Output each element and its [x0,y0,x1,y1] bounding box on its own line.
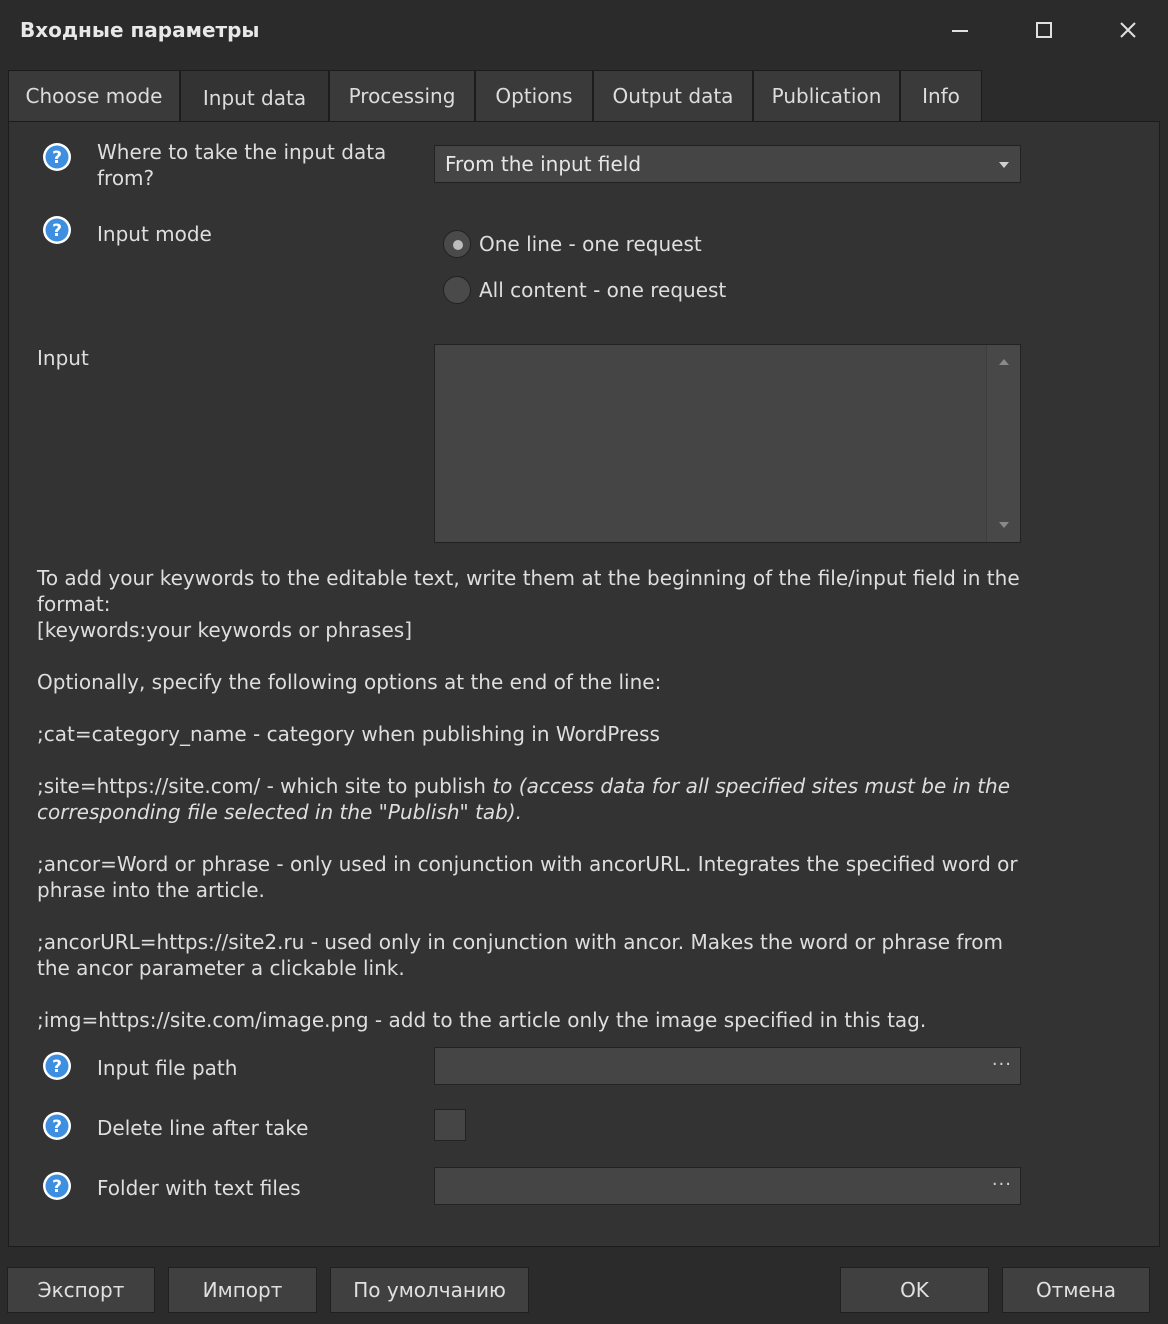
instructions-p1: To add your keywords to the editable tex… [37,566,1020,616]
svg-text:?: ? [52,221,62,241]
question-circle-icon[interactable]: ? [42,215,72,245]
svg-text:?: ? [52,1057,62,1077]
source-dropdown[interactable]: From the input field [434,145,1021,183]
browse-file-button[interactable]: ··· [992,1054,1012,1075]
input-mode-label: Input mode [97,222,212,246]
instructions-p1-format: [keywords:your keywords or phrases] [37,618,413,642]
question-circle-icon[interactable]: ? [42,1051,72,1081]
close-icon [1120,22,1136,38]
minimize-button[interactable] [938,12,982,48]
radio-one-line[interactable] [443,230,471,258]
instructions-p2: Optionally, specify the following option… [37,670,662,694]
close-button[interactable] [1106,12,1150,48]
import-button[interactable]: Импорт [168,1267,317,1313]
source-label: Where to take the input data from? [97,140,387,190]
question-circle-icon[interactable]: ? [42,1171,72,1201]
radio-all-content[interactable] [443,276,471,304]
radio-one-line-label[interactable]: One line - one request [479,231,702,257]
minimize-icon [952,30,968,32]
folder-label: Folder with text files [97,1176,301,1200]
scroll-down-icon[interactable] [998,521,1010,529]
maximize-icon [1036,22,1052,38]
input-label: Input [37,346,89,370]
radio-checked-dot [453,240,463,250]
instructions-p7: ;img=https://site.com/image.png - add to… [37,1008,927,1032]
tab-input-data[interactable]: Input data [180,70,329,124]
textarea-scrollbar[interactable] [986,345,1020,542]
tab-publication[interactable]: Publication [753,70,900,122]
ok-button[interactable]: OK [840,1267,989,1313]
folder-field[interactable]: ··· [434,1167,1021,1205]
tab-output-data[interactable]: Output data [593,70,753,122]
chevron-down-icon [999,162,1009,168]
input-file-field[interactable]: ··· [434,1047,1021,1085]
instructions-p6: ;ancorURL=https://site2.ru - used only i… [37,930,1003,980]
window-title: Входные параметры [20,18,260,42]
input-textarea[interactable] [434,344,1021,543]
tab-info[interactable]: Info [900,70,982,122]
instructions-p4: ;site=https://site.com/ - which site to … [37,774,1011,824]
svg-text:?: ? [52,1117,62,1137]
delete-line-label: Delete line after take [97,1116,309,1140]
input-file-label: Input file path [97,1056,238,1080]
question-circle-icon[interactable]: ? [42,142,72,172]
tab-choose-mode[interactable]: Choose mode [8,70,180,122]
defaults-button[interactable]: По умолчанию [330,1267,529,1313]
maximize-button[interactable] [1022,12,1066,48]
instructions-p3: ;cat=category_name - category when publi… [37,722,660,746]
svg-text:?: ? [52,148,62,168]
radio-all-content-label[interactable]: All content - one request [479,277,726,303]
tab-options[interactable]: Options [475,70,593,122]
delete-line-checkbox[interactable] [434,1109,466,1141]
title-bar: Входные параметры [0,0,1168,62]
source-selected: From the input field [445,152,642,176]
instructions-p5: ;ancor=Word or phrase - only used in con… [37,852,1018,902]
svg-text:?: ? [52,1177,62,1197]
scroll-up-icon[interactable] [998,358,1010,366]
instructions-text: To add your keywords to the editable tex… [37,565,1027,1059]
browse-folder-button[interactable]: ··· [992,1174,1012,1195]
export-button[interactable]: Экспорт [7,1267,155,1313]
cancel-button[interactable]: Отмена [1002,1267,1150,1313]
question-circle-icon[interactable]: ? [42,1111,72,1141]
tab-processing[interactable]: Processing [329,70,475,122]
